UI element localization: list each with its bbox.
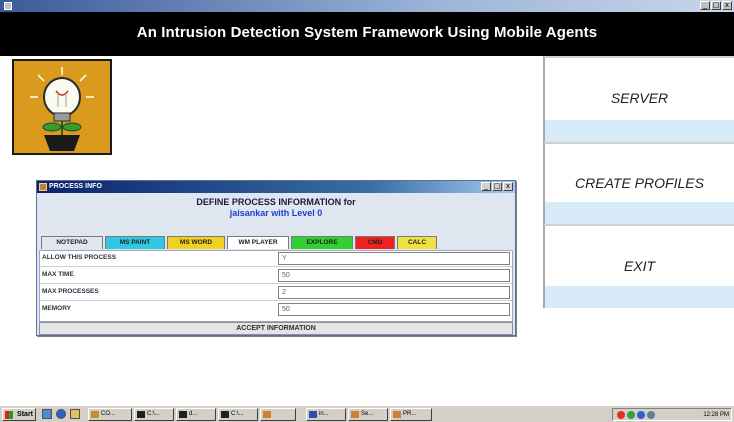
tab-ms-paint[interactable]: MS PAINT: [105, 236, 165, 249]
field-label: MEMORY: [42, 305, 72, 312]
tab-explore[interactable]: EXPLORE: [291, 236, 353, 249]
memory-field[interactable]: 50: [278, 303, 510, 316]
java-icon: [351, 411, 359, 418]
field-label: MAX TIME: [42, 271, 74, 278]
process-tabs: NOTEPAD MS PAINT MS WORD WM PLAYER EXPLO…: [41, 236, 437, 249]
taskbar-item[interactable]: Se...: [348, 408, 388, 421]
cmd-icon: [179, 411, 187, 418]
taskbar-item-label: in...: [319, 411, 329, 417]
taskbar-item-label: CO...: [101, 411, 116, 417]
java-icon: [393, 411, 401, 418]
field-row: MEMORY 50: [40, 302, 512, 318]
windows-flag-icon: [5, 411, 13, 419]
dialog-minimize-button[interactable]: _: [481, 182, 491, 191]
antivirus-icon[interactable]: [617, 411, 625, 419]
menu-divider-strip: [543, 120, 734, 142]
dialog-heading: DEFINE PROCESS INFORMATION for: [196, 197, 356, 207]
field-label: MAX PROCESSES: [42, 288, 99, 295]
taskbar-item-label: C:\...: [231, 411, 244, 417]
taskbar-item[interactable]: [260, 408, 296, 421]
taskbar-item[interactable]: PR...: [390, 408, 432, 421]
taskbar-item-label: d...: [189, 411, 198, 417]
dialog-controls: _ □ x: [481, 182, 513, 191]
window-title-bar[interactable]: _ □ x: [0, 0, 734, 12]
process-fields: ALLOW THIS PROCESS Y MAX TIME 50 MAX PRO…: [39, 250, 513, 322]
java-icon: [39, 183, 47, 191]
maximize-button[interactable]: □: [711, 1, 721, 10]
taskbar-item[interactable]: in...: [306, 408, 346, 421]
field-row: ALLOW THIS PROCESS Y: [40, 251, 512, 267]
start-button[interactable]: Start: [2, 408, 36, 421]
field-row: MAX PROCESSES 2: [40, 285, 512, 301]
create-profiles-button-label: CREATE PROFILES: [575, 175, 704, 191]
desktop-icon[interactable]: [42, 409, 52, 419]
lightbulb-icon: [12, 59, 112, 155]
taskbar-item[interactable]: C:\...: [134, 408, 174, 421]
cmd-icon: [137, 411, 145, 418]
clock: 12:28 PM: [703, 412, 729, 418]
network-icon[interactable]: [627, 411, 635, 419]
max-processes-field[interactable]: 2: [278, 286, 510, 299]
taskbar-item[interactable]: C:\...: [218, 408, 258, 421]
menu-divider-strip: [543, 202, 734, 224]
dialog-title-bar[interactable]: PROCESS INFO _ □ x: [37, 181, 515, 193]
tab-notepad[interactable]: NOTEPAD: [41, 236, 103, 249]
desktop-screen: _ □ x An Intrusion Detection System Fram…: [0, 0, 734, 422]
exit-button-label: EXIT: [623, 258, 656, 274]
messenger-icon[interactable]: [637, 411, 645, 419]
header-banner: An Intrusion Detection System Framework …: [0, 12, 734, 56]
dialog-subheading: jaisankar with Level 0: [229, 208, 323, 218]
dialog-title: PROCESS INFO: [49, 183, 102, 190]
java-icon: [263, 411, 271, 418]
close-button[interactable]: x: [722, 1, 732, 10]
taskbar: Start CO... C:\... d... C:\... in... Se.…: [0, 405, 734, 422]
process-info-dialog: PROCESS INFO _ □ x DEFINE PROCESS INFORM…: [36, 180, 516, 336]
browser-icon[interactable]: [56, 409, 66, 419]
cmd-icon: [221, 411, 229, 418]
window-controls: _ □ x: [700, 1, 732, 10]
system-tray: 12:28 PM: [612, 408, 732, 421]
page-title: An Intrusion Detection System Framework …: [136, 24, 598, 41]
logo-graphic: [30, 67, 94, 151]
dialog-close-button[interactable]: x: [503, 182, 513, 191]
server-button-label: SERVER: [610, 90, 669, 106]
start-label: Start: [17, 411, 33, 418]
app-icon: [4, 2, 12, 10]
taskbar-item-label: Se...: [361, 411, 374, 417]
menu-divider-strip: [543, 286, 734, 308]
accept-information-button[interactable]: ACCEPT INFORMATION: [39, 322, 513, 335]
taskbar-item-label: PR...: [403, 411, 417, 417]
word-icon: [309, 411, 317, 418]
field-row: MAX TIME 50: [40, 268, 512, 284]
taskbar-item[interactable]: CO...: [88, 408, 132, 421]
taskbar-item[interactable]: d...: [176, 408, 216, 421]
tab-calc[interactable]: CALC: [397, 236, 437, 249]
dialog-maximize-button[interactable]: □: [492, 182, 502, 191]
allow-process-field[interactable]: Y: [278, 252, 510, 265]
tab-cmd[interactable]: CMD: [355, 236, 395, 249]
tab-wm-player[interactable]: WM PLAYER: [227, 236, 289, 249]
folder-icon[interactable]: [70, 409, 80, 419]
max-time-field[interactable]: 50: [278, 269, 510, 282]
volume-icon[interactable]: [647, 411, 655, 419]
taskbar-item-label: C:\...: [147, 411, 160, 417]
minimize-button[interactable]: _: [700, 1, 710, 10]
window-icon: [91, 411, 99, 418]
tab-ms-word[interactable]: MS WORD: [167, 236, 225, 249]
field-label: ALLOW THIS PROCESS: [42, 254, 117, 261]
